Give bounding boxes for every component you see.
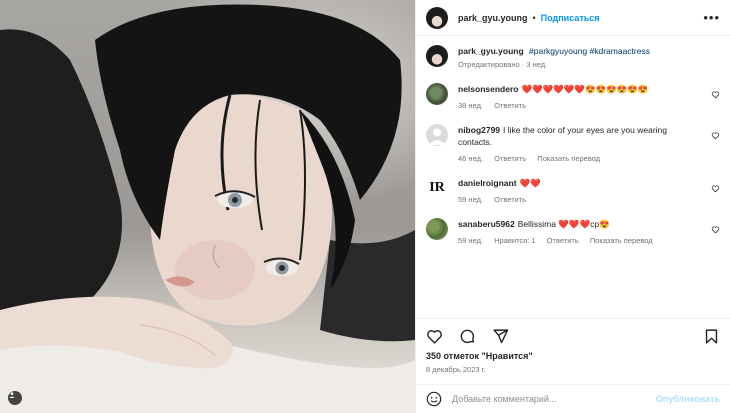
author-avatar[interactable] xyxy=(426,6,448,29)
comment-input[interactable] xyxy=(452,394,656,404)
comment-item: IR danielroignant ❤️❤️ 59 нед. Ответить xyxy=(426,177,720,204)
reply-button[interactable]: Ответить xyxy=(494,101,526,110)
comment-age[interactable]: 38 нед. xyxy=(458,101,483,110)
action-bar xyxy=(416,318,730,348)
commenter-avatar[interactable] xyxy=(426,218,448,240)
caption-hashtags[interactable]: #parkgyuyoung #kdramaactress xyxy=(529,46,650,56)
post-photo[interactable] xyxy=(0,0,415,413)
author-avatar[interactable] xyxy=(426,45,448,67)
default-avatar-icon[interactable] xyxy=(426,124,448,146)
emoji-icon[interactable] xyxy=(426,391,442,407)
follow-button[interactable]: Подписаться xyxy=(541,13,600,23)
bookmark-icon[interactable] xyxy=(703,328,720,345)
post-header: park_gyu.young • Подписаться ••• xyxy=(416,0,730,36)
caption-meta: Отредактировано · 3 нед. xyxy=(458,60,548,69)
comment-username[interactable]: nelsonsendero xyxy=(458,84,518,94)
post-date[interactable]: 8 декабрь 2023 г. xyxy=(426,365,486,374)
commenter-avatar[interactable] xyxy=(426,83,448,105)
comment-icon[interactable] xyxy=(459,328,476,345)
add-comment-bar: Опубликовать xyxy=(416,384,730,413)
comment-age[interactable]: 46 нед. xyxy=(458,154,483,163)
comment-text: ❤️❤️ xyxy=(519,178,541,188)
heart-icon[interactable] xyxy=(426,328,443,345)
caption-text: park_gyu.young #parkgyuyoung #kdramaactr… xyxy=(458,45,702,57)
share-icon[interactable] xyxy=(492,328,509,345)
separator-dot: • xyxy=(532,12,536,23)
heart-icon[interactable] xyxy=(711,225,720,234)
reply-button[interactable]: Ответить xyxy=(547,236,579,245)
comment-item: sanaberu5962 Bellissima ❤️❤️❤️cp😍 59 нед.… xyxy=(426,218,720,245)
comment-username[interactable]: nibog2799 xyxy=(458,125,500,135)
portrait-illustration xyxy=(0,4,415,413)
likes-count[interactable]: 350 отметок "Нравится" xyxy=(426,351,533,361)
comment-item: nelsonsendero ❤️❤️❤️❤️❤️❤️😍😍😍😍😍😍 38 нед. … xyxy=(426,83,720,110)
commenter-avatar[interactable]: IR xyxy=(426,177,448,199)
person-tag-icon[interactable] xyxy=(8,391,22,405)
comment-username[interactable]: danielroignant xyxy=(458,178,517,188)
comment-age[interactable]: 59 нед. xyxy=(458,195,483,204)
comment-likes[interactable]: Нравится: 1 xyxy=(494,236,535,245)
comment-text: Bellissima ❤️❤️❤️cp😍 xyxy=(517,219,610,229)
heart-icon[interactable] xyxy=(711,131,720,140)
caption-username[interactable]: park_gyu.young xyxy=(458,46,524,56)
more-icon[interactable]: ••• xyxy=(703,11,720,24)
comment-text: ❤️❤️❤️❤️❤️❤️😍😍😍😍😍😍 xyxy=(521,84,649,94)
heart-icon[interactable] xyxy=(711,90,720,99)
comment-item: nibog2799 I like the color of your eyes a… xyxy=(426,124,720,163)
post-details-panel: park_gyu.young • Подписаться ••• park_gy… xyxy=(415,0,730,413)
translate-button[interactable]: Показать перевод xyxy=(537,154,600,163)
publish-button[interactable]: Опубликовать xyxy=(656,394,720,404)
comments-list: park_gyu.young #parkgyuyoung #kdramaactr… xyxy=(416,37,730,315)
caption: park_gyu.young #parkgyuyoung #kdramaactr… xyxy=(426,45,720,69)
reply-button[interactable]: Ответить xyxy=(494,195,526,204)
heart-icon[interactable] xyxy=(711,184,720,193)
comment-age[interactable]: 59 нед. xyxy=(458,236,483,245)
reply-button[interactable]: Ответить xyxy=(494,154,526,163)
translate-button[interactable]: Показать перевод xyxy=(590,236,653,245)
author-username[interactable]: park_gyu.young xyxy=(458,13,528,23)
comment-username[interactable]: sanaberu5962 xyxy=(458,219,515,229)
